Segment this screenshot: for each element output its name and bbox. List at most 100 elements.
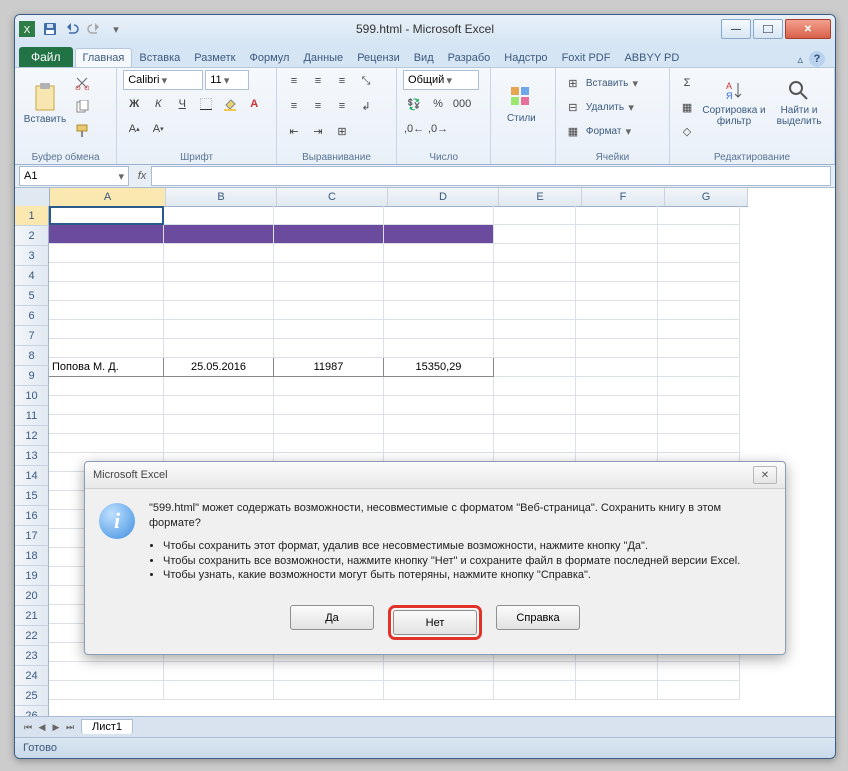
cell[interactable] <box>576 396 658 415</box>
clear-icon[interactable]: ◇ <box>676 120 698 142</box>
grow-font-icon[interactable]: A▴ <box>123 118 145 140</box>
cell[interactable] <box>658 339 740 358</box>
tab-nav-last-icon[interactable]: ⏭ <box>63 720 77 734</box>
cell[interactable] <box>658 225 740 244</box>
insert-cells-button[interactable]: ⊞Вставить▾ <box>562 72 663 94</box>
row-header[interactable]: 20 <box>15 586 49 606</box>
cell[interactable] <box>494 415 576 434</box>
col-header[interactable]: D <box>388 188 499 206</box>
cell[interactable] <box>658 301 740 320</box>
row-header[interactable]: 24 <box>15 666 49 686</box>
row-header[interactable]: 15 <box>15 486 49 506</box>
cell[interactable] <box>274 396 384 415</box>
col-header[interactable]: A <box>50 188 166 206</box>
cell[interactable] <box>274 434 384 453</box>
cell[interactable] <box>49 244 164 263</box>
dialog-no-button[interactable]: Нет <box>393 610 477 635</box>
cell[interactable] <box>164 662 274 681</box>
cell[interactable] <box>494 301 576 320</box>
cell[interactable] <box>494 339 576 358</box>
tab-data[interactable]: Данные <box>296 49 350 67</box>
italic-button[interactable]: К <box>147 93 169 115</box>
fill-color-icon[interactable] <box>219 93 241 115</box>
cell[interactable] <box>274 377 384 396</box>
row-header[interactable]: 7 <box>15 326 49 346</box>
row-header[interactable]: 3 <box>15 246 49 266</box>
cell[interactable] <box>494 263 576 282</box>
paste-button[interactable]: Вставить <box>21 70 69 136</box>
cell[interactable] <box>384 339 494 358</box>
cell[interactable] <box>658 396 740 415</box>
cell[interactable] <box>658 282 740 301</box>
redo-icon[interactable] <box>85 20 103 38</box>
sort-filter-button[interactable]: АЯ Сортировка и фильтр <box>702 70 766 136</box>
cell[interactable] <box>274 320 384 339</box>
copy-icon[interactable] <box>71 96 93 118</box>
cell[interactable] <box>384 225 494 244</box>
underline-button[interactable]: Ч <box>171 93 193 115</box>
inc-decimal-icon[interactable]: ,0← <box>403 118 425 140</box>
cell[interactable] <box>494 681 576 700</box>
dialog-help-button[interactable]: Справка <box>496 605 580 630</box>
cell[interactable] <box>384 282 494 301</box>
col-header[interactable]: C <box>277 188 388 206</box>
cell[interactable] <box>576 206 658 225</box>
cell[interactable] <box>164 244 274 263</box>
font-color-icon[interactable]: A <box>243 93 265 115</box>
formula-input[interactable] <box>151 166 831 186</box>
tab-foxit[interactable]: Foxit PDF <box>555 49 618 67</box>
cell[interactable] <box>274 339 384 358</box>
save-icon[interactable] <box>41 20 59 38</box>
cell[interactable] <box>274 301 384 320</box>
row-header[interactable]: 1 <box>15 206 49 226</box>
cell[interactable] <box>49 301 164 320</box>
dialog-close-button[interactable]: ✕ <box>753 466 777 484</box>
cell[interactable] <box>49 681 164 700</box>
cell[interactable] <box>494 377 576 396</box>
cell[interactable] <box>384 662 494 681</box>
format-cells-button[interactable]: ▦Формат▾ <box>562 120 663 142</box>
row-header[interactable]: 14 <box>15 466 49 486</box>
align-center-icon[interactable]: ≡ <box>307 95 329 117</box>
fx-icon[interactable]: fx <box>133 170 151 182</box>
cut-icon[interactable] <box>71 72 93 94</box>
tab-layout[interactable]: Разметк <box>187 49 242 67</box>
cell[interactable] <box>164 396 274 415</box>
minimize-ribbon-icon[interactable]: ▵ <box>797 53 803 66</box>
cell[interactable] <box>274 225 384 244</box>
cell[interactable] <box>384 206 494 225</box>
cell[interactable] <box>384 263 494 282</box>
wrap-text-icon[interactable]: ↲ <box>355 95 377 117</box>
row-header[interactable]: 12 <box>15 426 49 446</box>
cell[interactable] <box>576 339 658 358</box>
cell[interactable] <box>384 681 494 700</box>
autosum-icon[interactable]: Σ <box>676 72 698 94</box>
tab-insert[interactable]: Вставка <box>132 49 187 67</box>
row-header[interactable]: 18 <box>15 546 49 566</box>
delete-cells-button[interactable]: ⊟Удалить▾ <box>562 96 663 118</box>
cell[interactable] <box>49 206 164 225</box>
currency-icon[interactable]: 💱 <box>403 93 425 115</box>
percent-icon[interactable]: % <box>427 93 449 115</box>
row-header[interactable]: 25 <box>15 686 49 706</box>
cell[interactable] <box>164 434 274 453</box>
row-header[interactable]: 10 <box>15 386 49 406</box>
cell[interactable] <box>164 415 274 434</box>
cell[interactable] <box>384 396 494 415</box>
cell[interactable] <box>164 377 274 396</box>
row-header[interactable]: 9 <box>15 366 49 386</box>
row-header[interactable]: 23 <box>15 646 49 666</box>
cell[interactable] <box>494 358 576 377</box>
cell[interactable] <box>49 415 164 434</box>
cell[interactable] <box>164 282 274 301</box>
row-header[interactable]: 16 <box>15 506 49 526</box>
cell[interactable] <box>164 225 274 244</box>
cell[interactable] <box>274 681 384 700</box>
cell[interactable] <box>384 415 494 434</box>
cell[interactable] <box>658 206 740 225</box>
cell[interactable] <box>576 225 658 244</box>
cell[interactable] <box>274 282 384 301</box>
cell[interactable] <box>49 339 164 358</box>
comma-icon[interactable]: 000 <box>451 93 473 115</box>
cell[interactable] <box>49 320 164 339</box>
